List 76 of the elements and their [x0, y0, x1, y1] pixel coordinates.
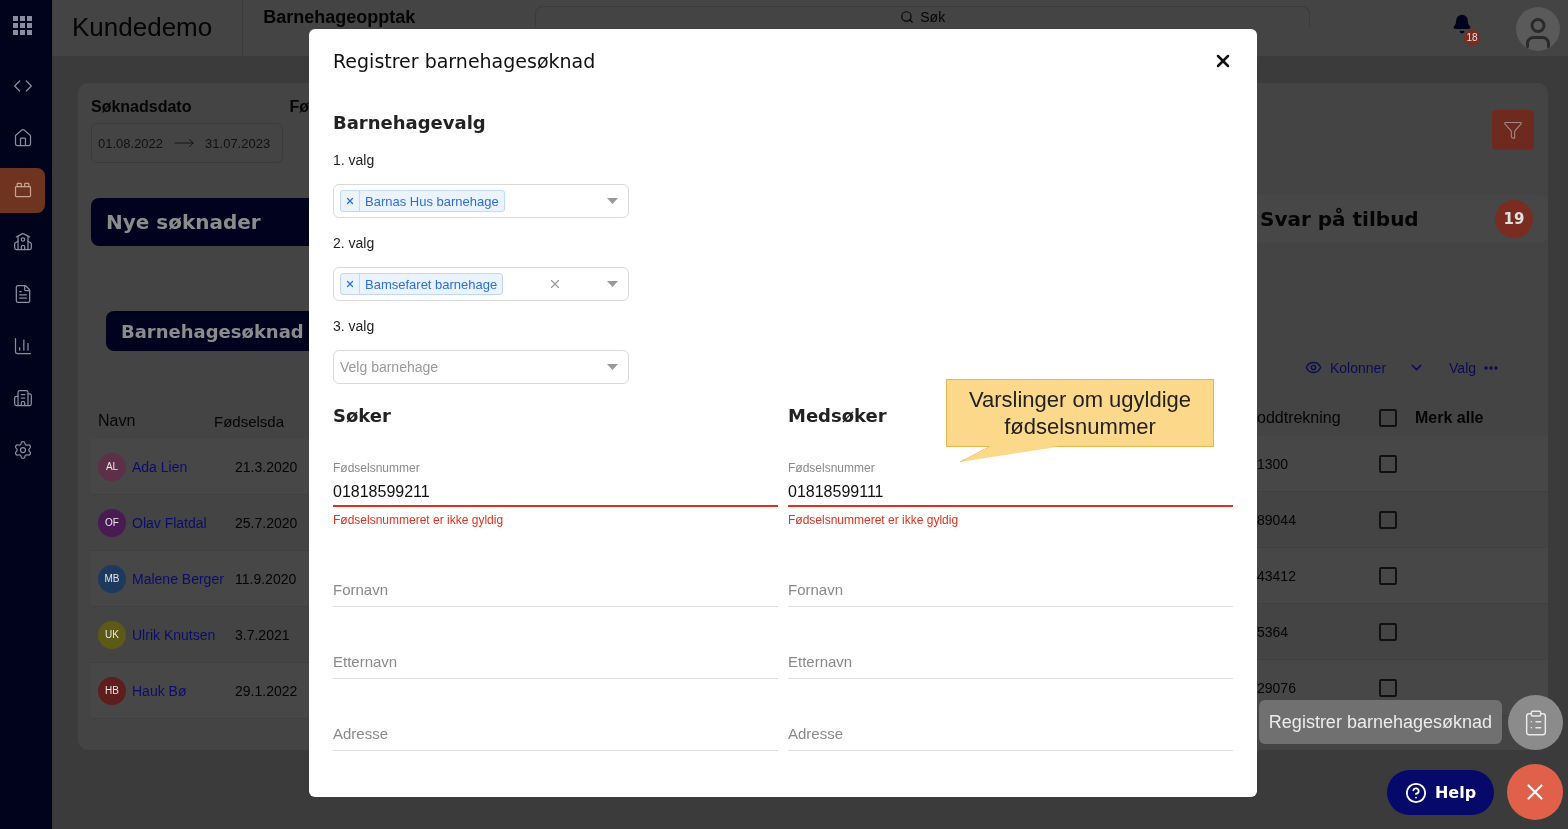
column-header: Fødselsda: [214, 412, 285, 430]
field-label: 1. valg: [333, 151, 375, 169]
selected-tag[interactable]: Barnas Hus barnehage: [340, 190, 505, 212]
notification-count: 18: [1464, 29, 1480, 46]
filter-label: Søknadsdato: [91, 97, 192, 117]
avatar-initials: AL: [98, 452, 126, 481]
table-cell-text: 43412: [1257, 567, 1297, 584]
avatar-initials: UK: [98, 620, 126, 649]
checkbox[interactable]: [1379, 678, 1397, 697]
building-icon: [12, 388, 33, 408]
home-icon: [12, 128, 33, 148]
checkbox[interactable]: [1379, 409, 1397, 427]
remove-icon[interactable]: [345, 279, 355, 289]
checkbox[interactable]: [1379, 510, 1397, 529]
column-heading: Medsøker: [788, 404, 887, 428]
input-field[interactable]: 01818599111: [788, 482, 1233, 507]
table-cell: 21.3.2020: [235, 458, 298, 475]
error-message: Fødselsnummeret er ikke gyldig: [333, 513, 504, 527]
filter-label: Fø: [289, 97, 309, 117]
eye-icon: [1305, 359, 1322, 376]
placeholder-text: Velg barnehage: [340, 359, 439, 375]
section-heading: Barnehagevalg: [333, 111, 487, 135]
column-header: Merk alle: [1415, 409, 1484, 427]
app-name: Kundedemo: [72, 12, 213, 43]
filter-button[interactable]: [1492, 110, 1534, 150]
bar-chart-icon: [12, 336, 33, 356]
checkbox[interactable]: [1379, 622, 1397, 641]
tooltip: Registrer barnehagesøknad: [1258, 700, 1502, 744]
table-cell: 3.7.2021: [235, 626, 290, 643]
column-heading: Søker: [333, 404, 391, 428]
help-button[interactable]: Help: [1387, 770, 1494, 815]
list-tab[interactable]: Barnehagesøknad: [106, 311, 309, 351]
input-field[interactable]: 01818599211: [333, 482, 778, 507]
select-field[interactable]: Velg barnehage: [333, 350, 629, 384]
table-cell: 11.9.2020: [235, 570, 297, 587]
table-cell: 29.1.2022: [235, 682, 298, 699]
caret-icon: [607, 281, 618, 287]
table-cell-text: 5364: [1257, 623, 1290, 640]
settings-icon: [12, 440, 33, 460]
filter-icon: [1503, 120, 1523, 140]
dialog-title: Registrer barnehagesøknad: [333, 50, 596, 72]
selected-tag[interactable]: Bamsefaret barnehage: [340, 273, 504, 295]
app-grid-icon[interactable]: [13, 15, 32, 35]
more-icon: [1484, 365, 1499, 370]
checkbox[interactable]: [1379, 566, 1397, 585]
module-title: Barnehageopptak: [263, 7, 417, 28]
avatar-initials: MB: [98, 564, 126, 593]
remove-icon[interactable]: [345, 196, 355, 206]
search-icon: [900, 10, 915, 24]
checkbox[interactable]: [1379, 454, 1397, 473]
column-header: Navn: [98, 412, 137, 430]
bell-icon[interactable]: [1452, 13, 1472, 34]
field-label: Fødselsnummer: [788, 461, 875, 475]
field-label: 3. valg: [333, 317, 375, 335]
select-field[interactable]: Barnas Hus barnehage: [333, 184, 629, 218]
sidebar-item[interactable]: [0, 167, 45, 213]
status-tab[interactable]: Nye søknader: [91, 198, 309, 246]
avatar[interactable]: [1516, 6, 1560, 51]
select-field[interactable]: Bamsefaret barnehage: [333, 267, 629, 301]
field-label: 2. valg: [333, 234, 375, 252]
close-button[interactable]: [1507, 764, 1563, 820]
column-header: oddtrekning: [1257, 409, 1342, 427]
help-icon: [1404, 781, 1427, 804]
toy-brick-icon: [12, 180, 33, 200]
error-message: Fødselsnummeret er ikke gyldig: [788, 513, 959, 527]
school-icon: [12, 232, 33, 252]
avatar-initials: HB: [98, 676, 126, 705]
field-label: Fødselsnummer: [333, 461, 420, 475]
avatar-initials: OF: [98, 508, 126, 537]
table-cell: 25.7.2020: [235, 514, 298, 531]
table-cell-text: 1300: [1257, 455, 1290, 472]
table-cell-text: 89044: [1257, 511, 1297, 528]
table-cell-text: 29076: [1257, 679, 1297, 696]
caret-icon: [607, 198, 618, 204]
count-badge: 19: [1495, 200, 1533, 238]
caret-icon: [607, 364, 618, 370]
